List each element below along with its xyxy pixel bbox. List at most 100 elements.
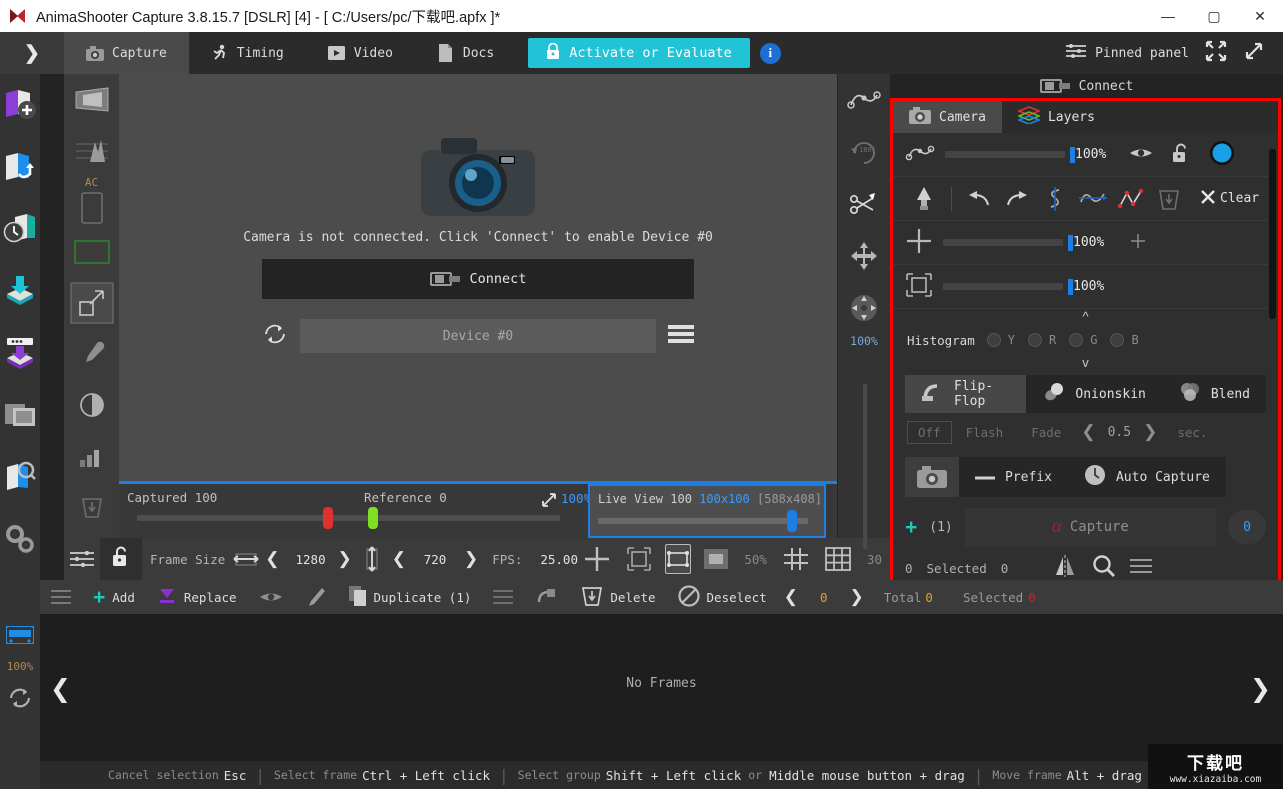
device-select[interactable]: Device #0 — [300, 319, 656, 353]
unlock-icon[interactable] — [1171, 143, 1191, 167]
redo-arrow-icon[interactable] — [998, 181, 1036, 217]
mask-icon[interactable] — [696, 538, 736, 580]
crosshair-icon[interactable] — [576, 538, 618, 580]
frame-opacity-slider[interactable] — [943, 283, 1063, 290]
fade-increase-button[interactable]: ❯ — [1137, 422, 1163, 442]
expand-arrows-icon[interactable] — [1205, 40, 1227, 66]
fit-tool-icon[interactable] — [838, 282, 890, 334]
wave-curve-icon[interactable] — [1074, 181, 1112, 217]
width-increase-button[interactable]: ❯ — [332, 549, 358, 569]
histogram-caret-up[interactable]: ^ — [893, 309, 1278, 325]
contrast-tool-icon[interactable] — [64, 379, 119, 430]
sidebar-expander-icon[interactable]: ❯ — [0, 32, 64, 74]
fade-off-button[interactable]: Off — [907, 421, 952, 444]
fps-value[interactable]: 25.00 — [530, 552, 576, 567]
captured-handle[interactable] — [323, 507, 333, 529]
capture-counter[interactable]: 0 — [1228, 510, 1266, 544]
panel-connect-toggle[interactable]: Connect — [890, 74, 1283, 98]
prefix-option[interactable]: Prefix — [959, 457, 1068, 497]
perspective-tool-icon[interactable] — [64, 74, 119, 125]
panel-tab-camera[interactable]: Camera — [893, 101, 1002, 133]
panel-scrollbar[interactable] — [1269, 149, 1276, 319]
scissors-tool-icon[interactable] — [838, 178, 890, 230]
info-button[interactable]: i — [760, 43, 781, 64]
mode-onionskin[interactable]: Onionskin — [1026, 375, 1161, 413]
green-rect-tool-icon[interactable] — [64, 226, 119, 277]
grid-thirds-icon[interactable] — [775, 538, 817, 580]
viewport-zoom-slider[interactable] — [863, 384, 867, 549]
panel-tab-layers[interactable]: Layers — [1002, 101, 1111, 133]
fade-fade-button[interactable]: Fade — [1017, 425, 1075, 440]
levels-bars-tool-icon[interactable] — [64, 430, 119, 481]
activate-or-evaluate-button[interactable]: Activate or Evaluate — [528, 38, 750, 68]
eyedropper-tool-icon[interactable] — [64, 328, 119, 379]
mode-flip-flop[interactable]: Flip-Flop — [905, 375, 1026, 413]
undo-arrow-icon[interactable] — [524, 580, 570, 614]
move-tool-icon[interactable] — [838, 230, 890, 282]
curve-s-icon[interactable] — [1036, 181, 1074, 217]
flip-horizontal-icon[interactable] — [1052, 554, 1078, 582]
tab-capture[interactable]: Capture — [64, 32, 189, 74]
tab-video[interactable]: Video — [306, 32, 415, 74]
maximize-button[interactable]: ▢ — [1191, 0, 1237, 32]
reference-handle[interactable] — [368, 507, 378, 529]
duplicate-button[interactable]: Duplicate (1) — [338, 580, 483, 614]
polyline-points-icon[interactable] — [1112, 181, 1150, 217]
viewport-connect-button[interactable]: Connect — [262, 259, 694, 299]
safe-area-icon[interactable] — [905, 271, 933, 303]
framebar-sliders-icon[interactable] — [64, 538, 100, 580]
pinned-panel-button[interactable]: Pinned panel — [1066, 44, 1189, 62]
fade-decrease-button[interactable]: ❮ — [1075, 422, 1101, 442]
live-view-handle[interactable] — [787, 510, 797, 532]
frame-height-value[interactable]: 720 — [412, 552, 458, 567]
layer-color-swatch[interactable] — [1209, 140, 1235, 170]
tab-docs[interactable]: Docs — [415, 32, 516, 74]
capture-camera-icon[interactable] — [905, 457, 959, 497]
width-decrease-button[interactable]: ❮ — [259, 549, 285, 569]
crosshair-icon[interactable] — [905, 227, 933, 259]
live-view-track[interactable] — [598, 518, 808, 524]
curve-path-icon[interactable] — [905, 144, 935, 166]
fade-value[interactable]: 0.5 — [1102, 425, 1137, 440]
undo-arrow-icon[interactable] — [960, 181, 998, 217]
add-frame-button[interactable]: + Add — [82, 580, 146, 614]
aspect-lock-button[interactable] — [100, 538, 142, 580]
delete-button[interactable]: Delete — [570, 580, 666, 614]
histogram-radio-b[interactable] — [1110, 333, 1124, 347]
sidebar-item-settings[interactable] — [0, 508, 40, 570]
transform-tool-icon[interactable] — [64, 277, 119, 328]
resize-arrow-icon[interactable] — [541, 492, 557, 512]
trash-icon[interactable] — [1150, 181, 1188, 217]
ac-rect-icon[interactable] — [64, 190, 119, 226]
brush-icon[interactable] — [294, 580, 338, 614]
histogram-radio-r[interactable] — [1028, 333, 1042, 347]
grid-opacity-slider[interactable] — [943, 239, 1063, 246]
mode-blend[interactable]: Blend — [1162, 375, 1266, 413]
capture-button[interactable]: α Capture — [965, 508, 1216, 546]
eye-icon[interactable] — [248, 580, 294, 614]
frame-corners-icon[interactable] — [665, 544, 691, 574]
sidebar-item-open-project[interactable] — [0, 136, 40, 198]
hamburger-icon[interactable] — [668, 324, 694, 348]
ac-tool-group[interactable]: AC — [64, 176, 119, 226]
minimize-button[interactable]: — — [1145, 0, 1191, 32]
sidebar-item-save-project[interactable] — [0, 260, 40, 322]
tab-timing[interactable]: Timing — [189, 32, 306, 74]
clear-button[interactable]: Clear — [1200, 189, 1259, 209]
histogram-caret-down[interactable]: v — [893, 355, 1278, 371]
histogram-tool-icon[interactable] — [64, 125, 119, 176]
replace-frame-button[interactable]: Replace — [146, 580, 248, 614]
histogram-radio-y[interactable] — [987, 333, 1001, 347]
safe-area-icon[interactable] — [618, 538, 660, 580]
height-decrease-button[interactable]: ❮ — [386, 549, 412, 569]
deselect-button[interactable]: Deselect — [667, 580, 778, 614]
curve-path-tool-icon[interactable] — [838, 74, 890, 126]
prev-frame-button[interactable]: ❮ — [778, 587, 804, 607]
close-button[interactable]: ✕ — [1237, 0, 1283, 32]
actionbar-menu-icon[interactable] — [40, 580, 82, 614]
sidebar-item-project-window[interactable] — [0, 384, 40, 446]
eye-icon[interactable] — [1129, 145, 1153, 164]
sidebar-item-recent-projects[interactable] — [0, 198, 40, 260]
sidebar-item-preview-project[interactable] — [0, 446, 40, 508]
diagonal-arrows-icon[interactable] — [1243, 40, 1265, 66]
